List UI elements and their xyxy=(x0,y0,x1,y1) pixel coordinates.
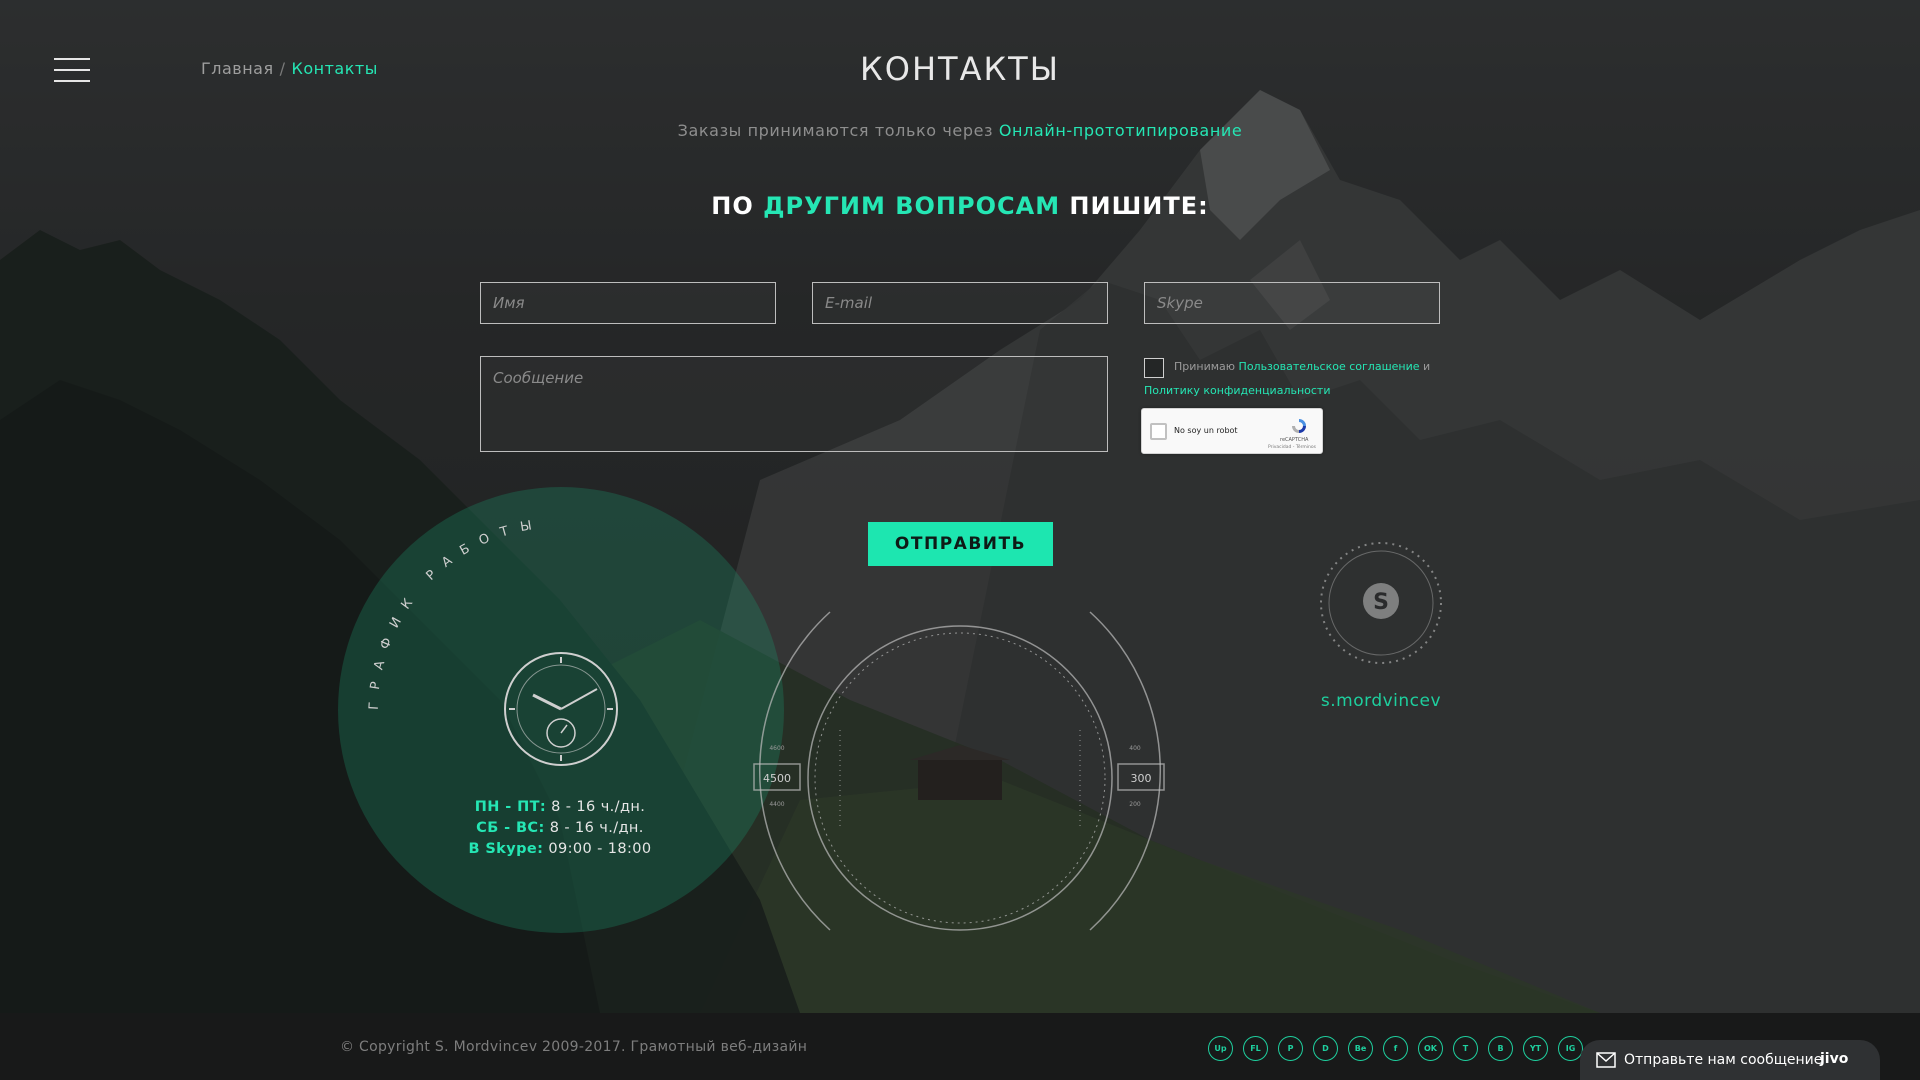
mail-icon xyxy=(1596,1052,1616,1068)
submit-button[interactable]: ОТПРАВИТЬ xyxy=(868,522,1053,566)
agree-line2: Политику конфиденциальности xyxy=(1144,384,1331,397)
copyright-text: © Copyright S. Mordvincev 2009-2017. Гра… xyxy=(340,1039,808,1055)
schedule-key: СБ - ВС: xyxy=(476,820,545,836)
svg-text:ГРАФИК РАБОТЫ: ГРАФИК РАБОТЫ xyxy=(367,517,545,711)
notice-text: Заказы принимаются только через xyxy=(677,121,999,140)
schedule-value: 09:00 - 18:00 xyxy=(548,841,652,857)
jivo-logo: jivo xyxy=(1820,1051,1849,1067)
svg-text:S: S xyxy=(1373,590,1389,615)
page-title: КОНТАКТЫ xyxy=(860,50,1060,88)
recaptcha-terms: Privacidad - Términos xyxy=(1268,445,1316,450)
gauge-right-value: 300 xyxy=(1131,772,1152,785)
section-heading: ПО ДРУГИМ ВОПРОСАМ ПИШИТЕ: xyxy=(0,192,1920,220)
schedule-row: СБ - ВС: 8 - 16 ч./дн. xyxy=(420,818,700,839)
pinterest-icon[interactable]: P xyxy=(1278,1036,1303,1061)
dribbble-icon[interactable]: D xyxy=(1313,1036,1338,1061)
chat-label: Отправьте нам сообщение xyxy=(1624,1052,1823,1068)
recaptcha-brand: reCAPTCHA xyxy=(1280,437,1309,443)
schedule-row: В Skype: 09:00 - 18:00 xyxy=(420,839,700,860)
gauge-hud: 4500 300 4600 4400 400 200 xyxy=(753,611,1165,931)
gauge-left-value: 4500 xyxy=(763,772,791,785)
recaptcha-label: No soy un robot xyxy=(1174,426,1238,435)
prototyping-link[interactable]: Онлайн-прототипирование xyxy=(999,121,1243,140)
upwork-icon[interactable]: Up xyxy=(1208,1036,1233,1061)
schedule-value: 8 - 16 ч./дн. xyxy=(549,820,644,836)
agree-and: и xyxy=(1419,360,1431,373)
recaptcha-widget: No soy un robot reCAPTCHA Privacidad - T… xyxy=(1141,408,1323,454)
agree-text: Принимаю Пользовательское соглашение и xyxy=(1174,360,1454,374)
privacy-policy-link[interactable]: Политику конфиденциальности xyxy=(1144,384,1331,397)
chat-widget[interactable]: Отправьте нам сообщение jivo xyxy=(1580,1040,1880,1080)
heading-part2: ПИШИТЕ: xyxy=(1060,192,1209,220)
message-textarea[interactable] xyxy=(480,356,1108,452)
schedule-key: ПН - ПТ: xyxy=(474,799,547,815)
youtube-icon[interactable]: YT xyxy=(1523,1036,1548,1061)
behance-icon[interactable]: Be xyxy=(1348,1036,1373,1061)
agree-checkbox[interactable] xyxy=(1144,358,1164,378)
schedule-list: ПН - ПТ: 8 - 16 ч./дн. СБ - ВС: 8 - 16 ч… xyxy=(420,797,700,860)
schedule-arc-title: ГРАФИК РАБОТЫ xyxy=(367,517,618,766)
recaptcha-logo-icon xyxy=(1292,419,1306,433)
facebook-icon[interactable]: f xyxy=(1383,1036,1408,1061)
freelancer-icon[interactable]: FL xyxy=(1243,1036,1268,1061)
email-input[interactable] xyxy=(812,282,1108,324)
clock-icon xyxy=(504,652,618,766)
agree-prefix: Принимаю xyxy=(1174,360,1239,373)
schedule-value: 8 - 16 ч./дн. xyxy=(551,799,646,815)
schedule-row: ПН - ПТ: 8 - 16 ч./дн. xyxy=(420,797,700,818)
skype-username[interactable]: s.mordvincev xyxy=(1316,691,1446,711)
gauge-right-top: 400 xyxy=(1129,745,1141,752)
gauge-left-bottom: 4400 xyxy=(769,801,784,808)
orders-notice: Заказы принимаются только через Онлайн-п… xyxy=(0,121,1920,140)
gauge-right-bottom: 200 xyxy=(1129,801,1141,808)
blogger-icon[interactable]: B xyxy=(1488,1036,1513,1061)
social-links: Up FL P D Be f OK T B YT IG xyxy=(1208,1036,1583,1061)
skype-input[interactable] xyxy=(1144,282,1440,324)
gauge-left-top: 4600 xyxy=(769,745,784,752)
odnoklassniki-icon[interactable]: OK xyxy=(1418,1036,1443,1061)
recaptcha-checkbox[interactable] xyxy=(1150,423,1167,440)
skype-icon[interactable]: S xyxy=(1316,538,1446,668)
user-agreement-link[interactable]: Пользовательское соглашение xyxy=(1239,360,1420,373)
heading-part1: ПО xyxy=(711,192,764,220)
schedule-key: В Skype: xyxy=(468,841,544,857)
name-input[interactable] xyxy=(480,282,776,324)
heading-highlight: ДРУГИМ ВОПРОСАМ xyxy=(763,192,1061,220)
twitter-icon[interactable]: T xyxy=(1453,1036,1478,1061)
schedule-title-text: ГРАФИК РАБОТЫ xyxy=(367,517,533,711)
